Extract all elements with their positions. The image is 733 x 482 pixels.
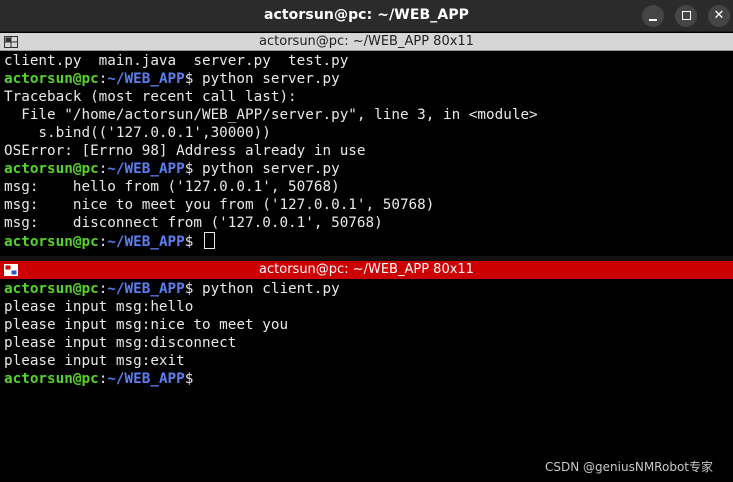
maximize-button[interactable] <box>675 5 697 27</box>
minimize-button[interactable] <box>642 5 664 27</box>
csdn-watermark: CSDN @geniusNMRobot专家 <box>545 460 713 474</box>
top-terminal-output[interactable]: client.py main.java server.py test.py act… <box>4 52 729 252</box>
output-line: File "/home/actorsun/WEB_APP/server.py",… <box>4 107 538 123</box>
prompt-symbol: $ <box>184 161 202 177</box>
prompt-separator: : <box>98 161 108 177</box>
prompt-path: ~/WEB_APP <box>107 161 185 177</box>
output-line: client.py main.java server.py test.py <box>4 53 349 69</box>
output-line: s.bind(('127.0.0.1',30000)) <box>4 125 271 141</box>
top-pane-title: actorsun@pc: ~/WEB_APP 80x11 <box>259 34 474 49</box>
output-line: msg: nice to meet you from ('127.0.0.1',… <box>4 197 435 213</box>
prompt-separator: : <box>98 371 108 387</box>
prompt-user: actorsun@pc <box>4 71 99 87</box>
output-line: msg: disconnect from ('127.0.0.1', 50768… <box>4 215 383 231</box>
prompt-line: actorsun@pc:~/WEB_APP$ python client.py <box>4 280 729 298</box>
prompt-line: actorsun@pc:~/WEB_APP$ <box>4 232 729 250</box>
prompt-separator: : <box>98 281 108 297</box>
command-text: python client.py <box>201 281 340 297</box>
bottom-pane-header[interactable]: actorsun@pc: ~/WEB_APP 80x11 <box>0 261 733 279</box>
close-button[interactable]: ✕ <box>708 5 730 27</box>
prompt-separator: : <box>98 234 108 250</box>
prompt-symbol: $ <box>184 71 202 87</box>
output-line: please input msg:exit <box>4 353 185 369</box>
prompt-symbol: $ <box>184 234 202 250</box>
command-text: python server.py <box>201 71 340 87</box>
prompt-user: actorsun@pc <box>4 371 99 387</box>
prompt-path: ~/WEB_APP <box>107 371 185 387</box>
prompt-path: ~/WEB_APP <box>107 71 185 87</box>
prompt-symbol: $ <box>184 281 202 297</box>
minimize-icon <box>649 19 657 21</box>
prompt-symbol: $ <box>184 371 194 387</box>
bottom-terminal-output[interactable]: actorsun@pc:~/WEB_APP$ python client.py p… <box>4 280 729 420</box>
prompt-line: actorsun@pc:~/WEB_APP$ python server.py <box>4 70 729 88</box>
bottom-pane-title: actorsun@pc: ~/WEB_APP 80x11 <box>259 262 474 277</box>
maximize-icon <box>682 11 691 20</box>
close-icon: ✕ <box>713 8 725 23</box>
command-text: python server.py <box>201 161 340 177</box>
output-line: Traceback (most recent call last): <box>4 89 297 105</box>
output-line: OSError: [Errno 98] Address already in u… <box>4 143 366 159</box>
output-line: please input msg:nice to meet you <box>4 317 289 333</box>
prompt-separator: : <box>98 71 108 87</box>
prompt-line: actorsun@pc:~/WEB_APP$ <box>4 370 729 388</box>
prompt-line: actorsun@pc:~/WEB_APP$ python server.py <box>4 160 729 178</box>
prompt-user: actorsun@pc <box>4 281 99 297</box>
output-line: please input msg:disconnect <box>4 335 237 351</box>
top-pane-header[interactable]: actorsun@pc: ~/WEB_APP 80x11 <box>0 33 733 51</box>
window-titlebar[interactable]: actorsun@pc: ~/WEB_APP ✕ <box>0 0 733 32</box>
prompt-user: actorsun@pc <box>4 161 99 177</box>
text-cursor <box>203 232 215 249</box>
prompt-user: actorsun@pc <box>4 234 99 250</box>
prompt-path: ~/WEB_APP <box>107 281 185 297</box>
output-line: msg: hello from ('127.0.0.1', 50768) <box>4 179 340 195</box>
output-line: please input msg:hello <box>4 299 194 315</box>
prompt-path: ~/WEB_APP <box>107 234 185 250</box>
window-title: actorsun@pc: ~/WEB_APP <box>263 7 470 23</box>
